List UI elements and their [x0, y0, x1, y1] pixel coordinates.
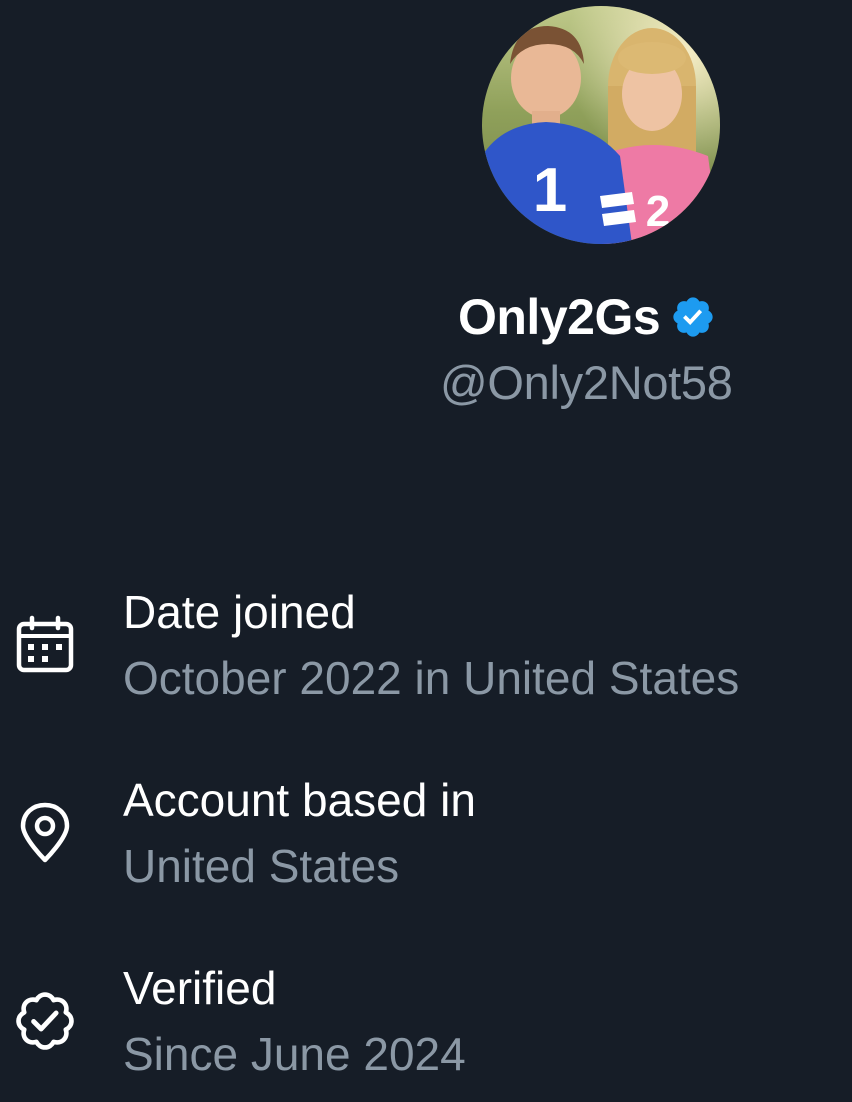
date-joined-row: Date joined October 2022 in United State…: [0, 584, 852, 714]
date-joined-value: October 2022 in United States: [123, 652, 740, 704]
location-pin-icon: [14, 802, 76, 864]
profile-avatar[interactable]: 1 2: [482, 6, 720, 244]
calendar-icon: [14, 614, 76, 676]
account-based-in-row: Account based in United States: [0, 772, 852, 902]
verified-badge-outline-icon: [14, 990, 76, 1052]
account-based-in-label: Account based in: [123, 774, 476, 826]
verified-row: Verified Since June 2024: [0, 960, 852, 1090]
svg-text:2: 2: [646, 187, 670, 236]
display-name: Only2Gs: [458, 289, 661, 345]
display-name-row: Only2Gs: [458, 287, 716, 347]
verified-label: Verified: [123, 962, 277, 1014]
verified-badge-icon[interactable]: [670, 294, 716, 340]
verified-value: Since June 2024: [123, 1028, 466, 1080]
date-joined-label: Date joined: [123, 586, 356, 638]
account-based-in-value: United States: [123, 840, 400, 892]
avatar-image: 1 2: [482, 6, 720, 244]
svg-text:1: 1: [533, 156, 567, 225]
profile-handle: @Only2Not58: [440, 356, 733, 409]
